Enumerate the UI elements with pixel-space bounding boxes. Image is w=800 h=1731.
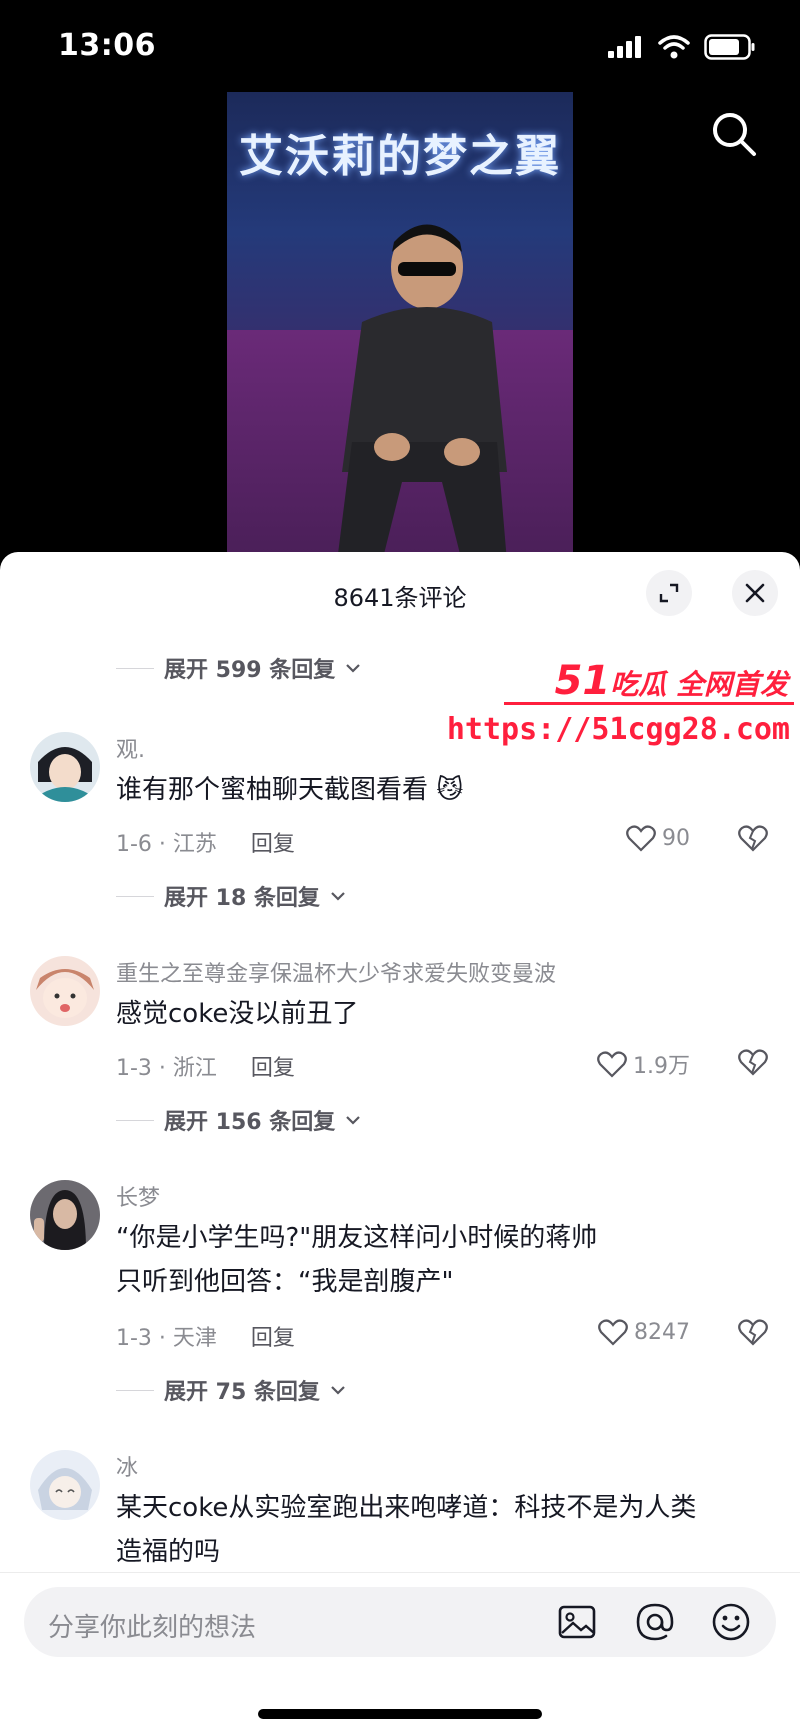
comment-username[interactable]: 长梦 — [116, 1180, 160, 1212]
expand-divider — [116, 895, 154, 897]
chevron-down-icon — [331, 1386, 345, 1395]
heart-icon — [626, 825, 656, 852]
like-button[interactable]: 8247 — [598, 1318, 690, 1346]
comment-text-line: 造福的吗 — [116, 1537, 221, 1567]
comment-username[interactable]: 冰 — [116, 1450, 138, 1482]
expand-divider — [116, 1119, 154, 1121]
broken-heart-icon[interactable] — [738, 824, 768, 852]
video-banner-text: 艾沃莉的梦之翼 — [239, 131, 561, 182]
like-count: 1.9万 — [633, 1054, 690, 1079]
search-icon[interactable] — [708, 108, 760, 160]
avatar[interactable] — [30, 732, 100, 802]
avatar[interactable] — [30, 956, 100, 1026]
watermark-divider — [504, 702, 794, 705]
avatar-image — [30, 732, 100, 802]
avatar-image — [30, 956, 100, 1026]
avatar[interactable] — [30, 1180, 100, 1250]
watermark-url: https://51cgg28.com — [446, 712, 790, 747]
expand-replies-button[interactable]: 展开 18 条回复 — [116, 880, 346, 912]
comment-meta: 1-3 · 浙江 回复 — [116, 1050, 295, 1082]
expand-button[interactable] — [646, 570, 692, 616]
status-time: 13:06 — [58, 28, 156, 63]
like-button[interactable]: 1.9万 — [597, 1048, 690, 1080]
expand-replies-button[interactable]: 展开 75 条回复 — [116, 1374, 346, 1406]
at-icon[interactable] — [632, 1599, 678, 1645]
expand-replies-button[interactable]: 展开 599 条回复 — [116, 652, 361, 684]
comment-input[interactable]: 分享你此刻的想法 — [24, 1587, 776, 1657]
emoji-icon[interactable] — [708, 1599, 754, 1645]
image-icon[interactable] — [554, 1599, 600, 1645]
comment-text-line: 只听到他回答：“我是剖腹产" — [116, 1267, 454, 1297]
expand-replies-label: 展开 75 条回复 — [164, 1380, 320, 1405]
watermark-brand-number: 51 — [554, 658, 611, 704]
watermark-brand-text: 吃瓜 全网首发 — [610, 668, 788, 701]
chevron-down-icon — [346, 664, 361, 673]
status-icons — [608, 34, 756, 60]
expand-replies-button[interactable]: 展开 156 条回复 — [116, 1104, 361, 1136]
person-figure — [337, 224, 507, 560]
wifi-icon — [658, 35, 690, 59]
comment-text-line: 某天coke从实验室跑出来咆哮道：科技不是为人类 — [116, 1493, 697, 1523]
watermark-brand: 51吃瓜 全网首发 — [555, 658, 788, 704]
comment-date-location: 1-6 · 江苏 — [116, 832, 217, 857]
comment-text: 某天coke从实验室跑出来咆哮道：科技不是为人类 造福的吗 — [116, 1486, 756, 1574]
video-frame[interactable]: 艾沃莉的梦之翼 — [227, 92, 573, 560]
comment-username[interactable]: 观. — [116, 732, 145, 764]
heart-icon — [598, 1319, 628, 1346]
comment-meta: 1-3 · 天津 回复 — [116, 1320, 295, 1352]
comment-username[interactable]: 重生之至尊金享保温杯大少爷求爱失败变曼波 — [116, 956, 556, 988]
expand-replies-label: 展开 156 条回复 — [164, 1110, 336, 1135]
comment-text: “你是小学生吗?"朋友这样问小时候的蒋帅 只听到他回答：“我是剖腹产" — [116, 1216, 756, 1304]
expand-icon — [659, 583, 679, 603]
expand-replies-label: 展开 599 条回复 — [164, 658, 336, 683]
home-indicator — [258, 1709, 542, 1719]
avatar[interactable] — [30, 1450, 100, 1520]
expand-divider — [116, 667, 154, 669]
comment-sheet: 8641条评论 展开 599 条回复 观. 谁有那个蜜柚聊天截图看看 😼 1-6… — [0, 552, 800, 1731]
heart-icon — [597, 1051, 627, 1078]
like-count: 8247 — [634, 1319, 690, 1345]
like-button[interactable]: 90 — [626, 824, 690, 852]
expand-replies-label: 展开 18 条回复 — [164, 886, 320, 911]
reply-button[interactable]: 回复 — [251, 1320, 295, 1352]
chevron-down-icon — [331, 892, 345, 901]
comment-text: 谁有那个蜜柚聊天截图看看 😼 — [116, 768, 756, 812]
like-count: 90 — [662, 825, 690, 851]
avatar-image — [30, 1180, 100, 1250]
comment-text-body: 谁有那个蜜柚聊天截图看看 — [116, 775, 429, 805]
comment-date-location: 1-3 · 浙江 — [116, 1056, 217, 1081]
comment-input-bar: 分享你此刻的想法 — [0, 1572, 800, 1731]
sheet-header: 8641条评论 — [0, 552, 800, 632]
comment-text: 感觉coke没以前丑了 — [116, 999, 359, 1029]
comment-date-location: 1-3 · 天津 — [116, 1326, 217, 1351]
signal-icon — [608, 36, 641, 58]
battery-icon — [704, 34, 755, 60]
expand-divider — [116, 1389, 154, 1391]
avatar-image — [30, 1450, 100, 1520]
comment-text-line: “你是小学生吗?"朋友这样问小时候的蒋帅 — [116, 1223, 598, 1253]
reply-button[interactable]: 回复 — [251, 1050, 295, 1082]
comment-input-placeholder: 分享你此刻的想法 — [48, 1613, 257, 1643]
status-bar: 13:06 — [0, 0, 800, 92]
chevron-down-icon — [346, 1116, 361, 1125]
reply-button[interactable]: 回复 — [251, 826, 295, 858]
broken-heart-icon[interactable] — [738, 1048, 768, 1076]
comment-meta: 1-6 · 江苏 回复 — [116, 826, 295, 858]
close-icon — [745, 583, 765, 603]
close-button[interactable] — [732, 570, 778, 616]
cat-emoji-icon: 😼 — [436, 775, 464, 805]
watermark: 51吃瓜 全网首发 https://51cgg28.com — [447, 658, 794, 758]
broken-heart-icon[interactable] — [738, 1318, 768, 1346]
